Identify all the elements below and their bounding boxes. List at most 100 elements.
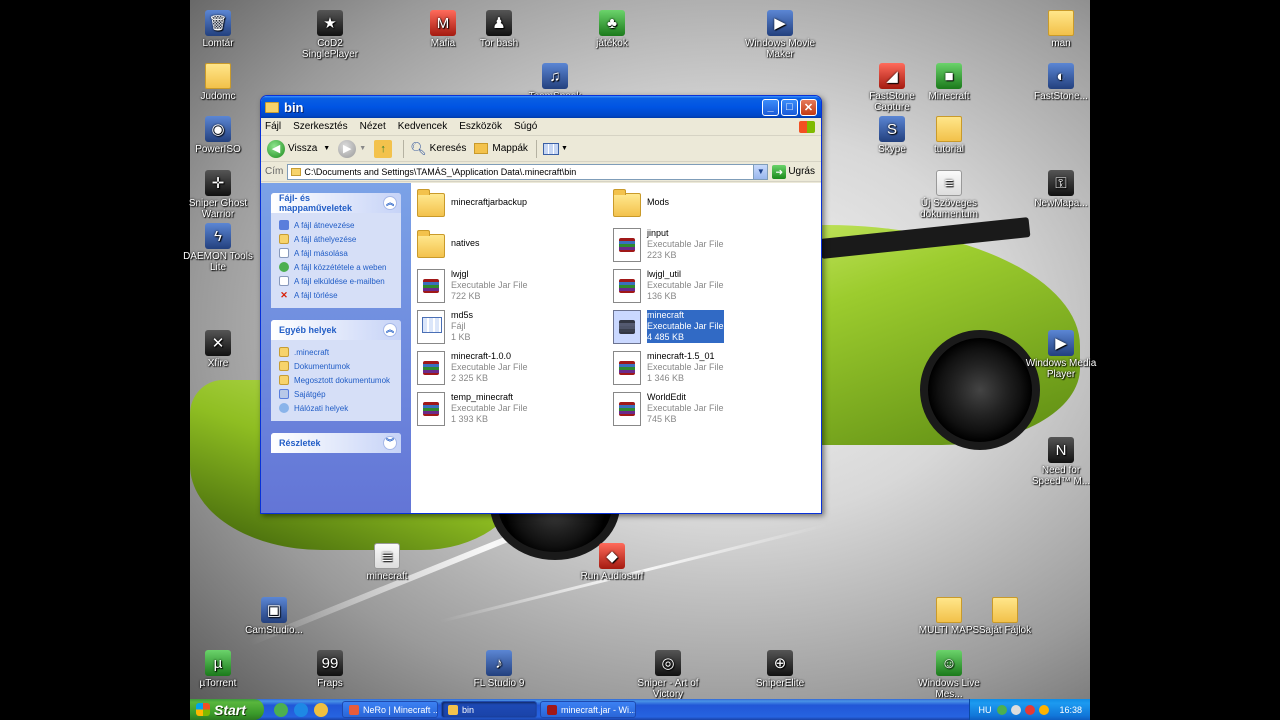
details-header[interactable]: Részletek ︾ [271,433,401,453]
task-publish[interactable]: A fájl közzététele a weben [279,260,395,274]
file-meta: minecraftjarbackup [451,187,527,208]
desktop-icon[interactable]: ☺ Windows Live Mes... [909,650,989,700]
collapse-icon[interactable]: ︽ [383,196,397,210]
internet-explorer-icon[interactable] [314,702,328,717]
desktop-icon[interactable]: ✕ Xfire [178,330,258,369]
minimize-button[interactable]: _ [762,98,779,116]
maximize-button[interactable]: □ [781,98,798,116]
file-item[interactable]: minecraftjarbackup [417,187,607,225]
views-button[interactable]: ▼ [542,142,568,155]
file-item[interactable]: lwjgl_util Executable Jar File 136 KB [613,269,803,307]
file-item[interactable]: minecraft-1.5_01 Executable Jar File 1 346… [613,351,803,389]
desktop-icon[interactable]: ⚿ NewMapa... [1021,170,1101,209]
place-network[interactable]: Hálózati helyek [279,401,395,415]
place-documents[interactable]: Dokumentumok [279,359,395,373]
menu-edit[interactable]: Szerkesztés [293,121,347,132]
forward-button[interactable]: ▶ ▼ [338,139,366,158]
menu-file[interactable]: Fájl [265,121,281,132]
other-places-header[interactable]: Egyéb helyek ︽ [271,320,401,340]
place-minecraft[interactable]: .minecraft [279,345,395,359]
desktop-icon[interactable]: ▶ Windows Movie Maker [740,10,820,60]
expand-icon[interactable]: ︾ [383,436,397,450]
file-item[interactable]: minecraft Executable Jar File 4 485 KB [613,310,803,348]
file-item[interactable]: minecraft-1.0.0 Executable Jar File 2 325 … [417,351,607,389]
desktop-icon[interactable]: Judomc [178,63,258,102]
tray-security-icon[interactable] [1025,704,1036,715]
window-titlebar[interactable]: bin _ □ ✕ [261,96,821,118]
desktop-icon[interactable]: ◉ PowerISO [178,116,258,155]
task-rename[interactable]: A fájl átnevezése [279,218,395,232]
up-folder-icon: ↑ [374,139,393,158]
address-dropdown-button[interactable]: ▼ [754,163,769,180]
network-icon [279,403,289,413]
place-shared-documents[interactable]: Megosztott dokumentumok [279,373,395,387]
desktop-icon[interactable]: ✛ Sniper Ghost Warrior [178,170,258,220]
start-button[interactable]: Start [190,699,264,720]
desktop-icon[interactable]: Saját Fájlok [965,597,1045,636]
desktop-icon[interactable]: ▣ CamStudio... [234,597,314,636]
close-button[interactable]: ✕ [800,98,817,116]
menu-view[interactable]: Nézet [360,121,386,132]
desktop-icon[interactable]: ≣ minecraft [347,543,427,582]
file-item[interactable]: natives [417,228,607,266]
chevron-down-icon[interactable]: ▼ [359,145,366,152]
desktop-icon[interactable]: 🗑 Lomtár [178,10,258,49]
desktop-icon[interactable]: ϟ DAEMON Tools Lite [178,223,258,273]
file-meta: natives [451,228,480,249]
utorrent-icon[interactable] [274,702,288,717]
task-move[interactable]: A fájl áthelyezése [279,232,395,246]
file-item[interactable]: jinput Executable Jar File 223 KB [613,228,803,266]
address-field[interactable]: C:\Documents and Settings\TAMÁS_\Applica… [287,163,755,180]
desktop-icon[interactable]: ▶ Windows Media Player [1021,330,1101,380]
jar-file-icon [613,310,641,344]
folders-button[interactable]: Mappák [474,143,528,154]
file-size: 223 KB [647,250,677,260]
desktop-icon[interactable]: ♣ játékok [572,10,652,49]
desktop-icon[interactable]: ★ CoD2 SinglePlayer [290,10,370,60]
taskbar-button[interactable]: minecraft.jar - Wi... [540,701,636,718]
go-button[interactable]: ➜ Ugrás [772,164,815,179]
tray-app-icon[interactable] [1039,704,1050,715]
task-copy[interactable]: A fájl másolása [279,246,395,260]
file-item[interactable]: temp_minecraft Executable Jar File 1 393 K… [417,392,607,430]
search-button[interactable]: 🔍︎ Keresés [410,141,466,157]
show-desktop-icon[interactable] [294,702,308,717]
file-item[interactable]: lwjgl Executable Jar File 722 KB [417,269,607,307]
language-indicator[interactable]: HU [978,705,991,715]
desktop-icon[interactable]: ⊕ SniperElite [740,650,820,689]
desktop-icon[interactable]: 99 Fraps [290,650,370,689]
menu-tools[interactable]: Eszközök [459,121,502,132]
file-type: Fájl [451,321,466,331]
chevron-down-icon[interactable]: ▼ [323,145,330,152]
desktop-icon[interactable]: ■ Minecraft [909,63,989,102]
taskbar-button[interactable]: bin [441,701,537,718]
desktop-icon[interactable]: ♪ FL Studio 9 [459,650,539,689]
tray-network-icon[interactable] [997,704,1008,715]
task-email[interactable]: A fájl elküldése e-mailben [279,274,395,288]
desktop-icon[interactable]: ≡ Új Szöveges dokumentum [909,170,989,220]
folder-icon [291,167,302,176]
desktop-icon[interactable]: µ µTorrent [178,650,258,689]
desktop-icon[interactable]: ◎ Sniper - Art of Victory [628,650,708,700]
desktop-icon[interactable]: ♟ Tor bash [459,10,539,49]
collapse-icon[interactable]: ︽ [383,323,397,337]
desktop-icon[interactable]: ◐ FastStone... [1021,63,1101,102]
menu-help[interactable]: Súgó [514,121,537,132]
task-delete[interactable]: ✕ A fájl törlése [279,288,395,302]
file-item[interactable]: md5s Fájl 1 KB [417,310,607,348]
up-folder-button[interactable]: ↑ [374,139,395,158]
menu-favorites[interactable]: Kedvencek [398,121,447,132]
taskbar-button[interactable]: NeRo | Minecraft ... [342,701,438,718]
place-my-computer[interactable]: Sajátgép [279,387,395,401]
desktop-icon[interactable]: N Need for Speed™ M... [1021,437,1101,487]
file-item[interactable]: WorldEdit Executable Jar File 745 KB [613,392,803,430]
file-tasks-header[interactable]: Fájl- és mappaműveletek ︽ [271,193,401,213]
desktop-icon[interactable]: man [1021,10,1101,49]
desktop-icon[interactable]: ◆ Run Audiosurf [572,543,652,582]
tray-volume-icon[interactable] [1011,704,1022,715]
explorer-window[interactable]: bin _ □ ✕ Fájl Szerkesztés Nézet Kedvenc… [260,95,822,514]
file-item[interactable]: Mods [613,187,803,225]
desktop-icon[interactable]: tutorial [909,116,989,155]
back-button[interactable]: ◀ Vissza ▼ [267,139,330,158]
app-icon: ▶ [1048,330,1074,356]
